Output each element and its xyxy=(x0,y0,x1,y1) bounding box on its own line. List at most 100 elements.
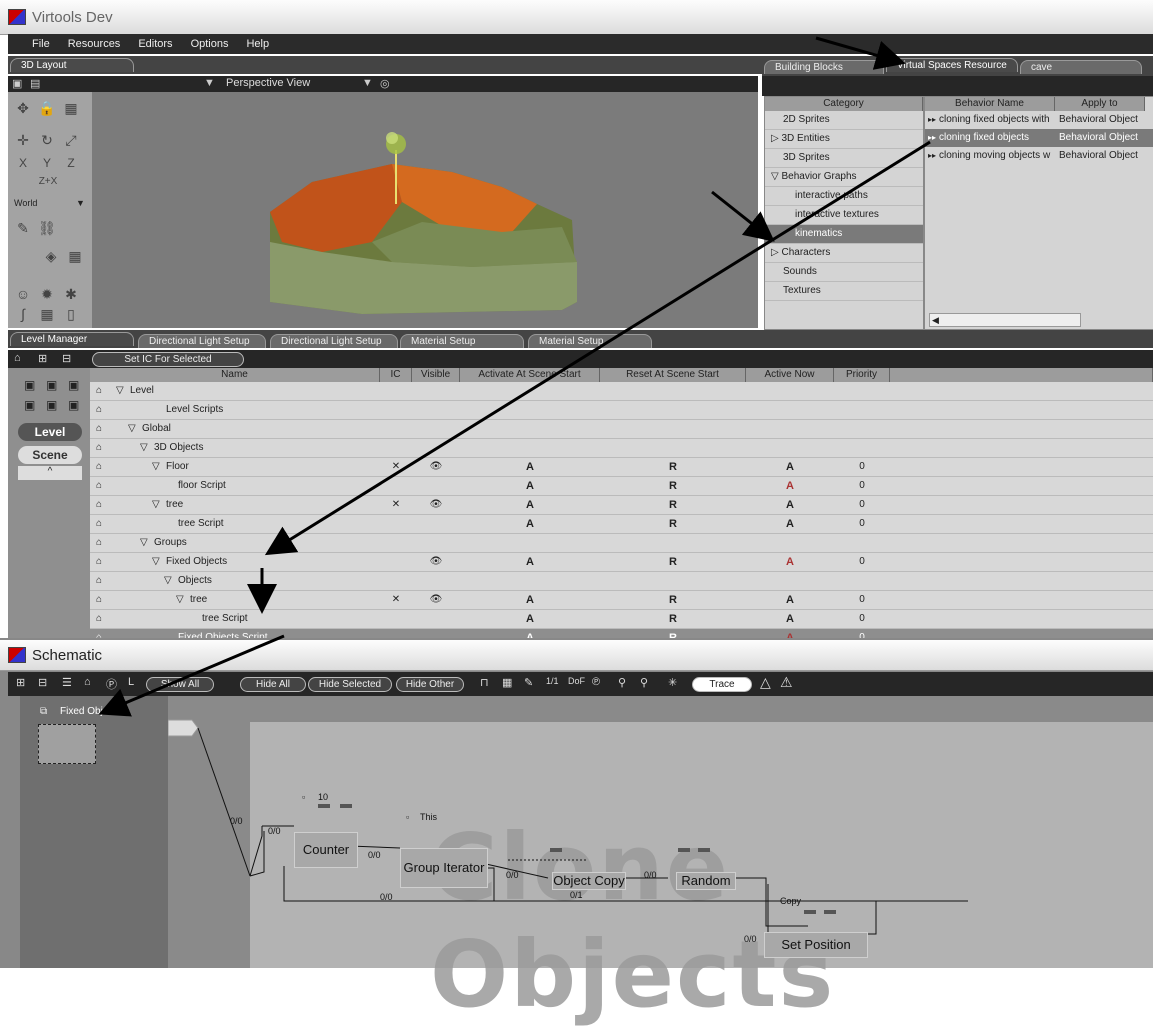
row-reset-flag[interactable]: R xyxy=(600,458,746,476)
row-visible-icon[interactable]: 👁 xyxy=(412,591,460,609)
side-tab-scene[interactable]: Scene xyxy=(18,446,82,464)
row-active-now-flag[interactable]: A xyxy=(746,496,834,514)
col-activate-header[interactable]: Activate At Scene Start xyxy=(460,368,600,382)
this-param-icon[interactable]: ▫ xyxy=(406,812,409,822)
object-icon[interactable]: ▦ xyxy=(60,100,82,117)
fixed-objects-label[interactable]: Fixed Objects xyxy=(60,706,121,717)
table-row[interactable]: ⌂ ▽ Global xyxy=(90,420,1153,439)
schematic-canvas[interactable]: Clone Objects ▫ 10 ▫ This Copy 0/0 0/0 0… xyxy=(168,696,1153,1028)
align-icon[interactable]: ⊓ xyxy=(480,676,489,689)
col-visible-header[interactable]: Visible xyxy=(412,368,460,382)
col-name-header[interactable]: Name xyxy=(90,368,380,382)
param-pin-5[interactable] xyxy=(698,848,710,852)
row-reset-flag[interactable]: R xyxy=(600,591,746,609)
alert-icon[interactable]: ⚠ xyxy=(780,674,793,691)
apply-to-header[interactable]: Apply to xyxy=(1055,97,1145,111)
table-row[interactable]: ⌂ ▽ 3D Objects xyxy=(90,439,1153,458)
tab-cave[interactable]: cave xyxy=(1020,60,1142,74)
filter-icon-4[interactable]: ▣ xyxy=(24,398,35,412)
menu-editors[interactable]: Editors xyxy=(138,38,172,50)
sparkle-icon[interactable]: ✳ xyxy=(668,676,677,689)
menu-options[interactable]: Options xyxy=(191,38,229,50)
remove-item-icon[interactable]: ⊟ xyxy=(62,352,71,365)
3d-viewport[interactable] xyxy=(92,92,758,328)
menu-help[interactable]: Help xyxy=(246,38,269,50)
table-row[interactable]: ⌂ Level Scripts xyxy=(90,401,1153,420)
row-reset-flag[interactable]: R xyxy=(600,610,746,628)
tab-directional-light-setup-2[interactable]: Directional Light Setup xyxy=(270,334,398,348)
row-priority[interactable]: 0 xyxy=(834,515,890,533)
row-activate-flag[interactable]: A xyxy=(460,591,600,609)
counter-node[interactable]: Counter xyxy=(294,832,358,868)
table-row[interactable]: ⌂ ▽ Objects xyxy=(90,572,1153,591)
script-thumbnail[interactable] xyxy=(38,724,96,764)
table-row[interactable]: ⌂ tree Script A R A 0 xyxy=(90,515,1153,534)
row-priority[interactable]: 0 xyxy=(834,477,890,495)
character-icon[interactable]: ☺ xyxy=(12,286,34,302)
row-priority[interactable]: 0 xyxy=(834,591,890,609)
set-position-node[interactable]: Set Position xyxy=(764,932,868,958)
translate-icon[interactable]: ✛ xyxy=(12,132,34,149)
category-item[interactable]: ▽ Behavior Graphs xyxy=(765,168,923,187)
menu-file[interactable]: File xyxy=(32,38,50,50)
row-active-now-flag[interactable]: A xyxy=(746,458,834,476)
view-select-dropdown[interactable]: ▼ xyxy=(362,77,373,89)
expand-toggle-icon[interactable]: ▽ xyxy=(140,439,148,457)
group-iterator-node[interactable]: Group Iterator xyxy=(400,848,488,888)
tab-building-blocks[interactable]: Building Blocks xyxy=(764,60,884,74)
add-script-icon[interactable]: ⊞ xyxy=(16,676,25,689)
coordinate-mode-dropdown[interactable]: ▼ xyxy=(76,198,85,208)
row-status-icon[interactable]: ⌂ xyxy=(96,401,102,419)
behavior-item[interactable]: ▸▸ cloning fixed objects Behavioral Object xyxy=(925,129,1153,147)
category-item[interactable]: interactive textures xyxy=(765,206,923,225)
select-move-icon[interactable]: ✥ xyxy=(12,100,34,117)
col-ic-header[interactable]: IC xyxy=(380,368,412,382)
row-ic-flag[interactable]: ✕ xyxy=(380,496,412,514)
table-row[interactable]: ⌂ ▽ tree ✕ 👁 A R A 0 xyxy=(90,591,1153,610)
tab-level-manager[interactable]: Level Manager xyxy=(10,332,134,346)
row-status-icon[interactable]: ⌂ xyxy=(96,610,102,628)
param-pin-3[interactable] xyxy=(550,848,562,852)
col-reset-header[interactable]: Reset At Scene Start xyxy=(600,368,746,382)
param-pin-4[interactable] xyxy=(678,848,690,852)
link-mode-icon[interactable]: L xyxy=(128,676,134,688)
random-node[interactable]: Random xyxy=(676,872,736,890)
frame-icon[interactable]: ▦ xyxy=(36,306,58,323)
camera-select-dropdown[interactable]: ▼ xyxy=(204,77,215,89)
row-activate-flag[interactable]: A xyxy=(460,553,600,571)
category-item[interactable]: ▷ 3D Entities xyxy=(765,130,923,149)
scroll-left-icon[interactable]: ◀ xyxy=(932,315,939,325)
param-pin-6[interactable] xyxy=(804,910,816,914)
expand-toggle-icon[interactable]: ▽ xyxy=(116,382,124,400)
row-status-icon[interactable]: ⌂ xyxy=(96,458,102,476)
add-item-icon[interactable]: ⊞ xyxy=(38,352,47,365)
row-status-icon[interactable]: ⌂ xyxy=(96,420,102,438)
row-priority[interactable]: 0 xyxy=(834,610,890,628)
category-item[interactable]: Sounds xyxy=(765,263,923,282)
row-active-now-flag[interactable]: A xyxy=(746,591,834,609)
row-active-now-flag[interactable]: A xyxy=(746,610,834,628)
row-ic-flag[interactable]: ✕ xyxy=(380,591,412,609)
show-all-button[interactable]: Show All xyxy=(146,677,214,692)
category-item[interactable]: 3D Sprites xyxy=(765,149,923,168)
tab-3d-layout[interactable]: 3D Layout xyxy=(10,58,134,72)
scale-icon[interactable]: ⤢ xyxy=(60,132,82,149)
row-active-now-flag[interactable]: A xyxy=(746,477,834,495)
category-item[interactable]: Textures xyxy=(765,282,923,301)
hide-selected-button[interactable]: Hide Selected xyxy=(308,677,392,692)
zoom-out-icon[interactable]: ⚲ xyxy=(640,676,648,689)
row-reset-flag[interactable]: R xyxy=(600,515,746,533)
row-ic-flag[interactable]: ✕ xyxy=(380,458,412,476)
y-axis-icon[interactable]: Y xyxy=(36,156,58,170)
tab-directional-light-setup-1[interactable]: Directional Light Setup xyxy=(138,334,266,348)
expand-toggle-icon[interactable]: ▽ xyxy=(152,496,160,514)
category-header[interactable]: Category xyxy=(765,97,923,111)
row-activate-flag[interactable]: A xyxy=(460,515,600,533)
param-pin-7[interactable] xyxy=(824,910,836,914)
col-priority-header[interactable]: Priority xyxy=(834,368,890,382)
row-visible-icon[interactable]: 👁 xyxy=(412,458,460,476)
expand-toggle-icon[interactable]: ▽ xyxy=(140,534,148,552)
lock-icon[interactable]: 🔒 xyxy=(36,100,58,117)
collapse-up-icon[interactable]: ^ xyxy=(18,466,82,480)
grid-icon[interactable]: ▤ xyxy=(30,77,40,90)
